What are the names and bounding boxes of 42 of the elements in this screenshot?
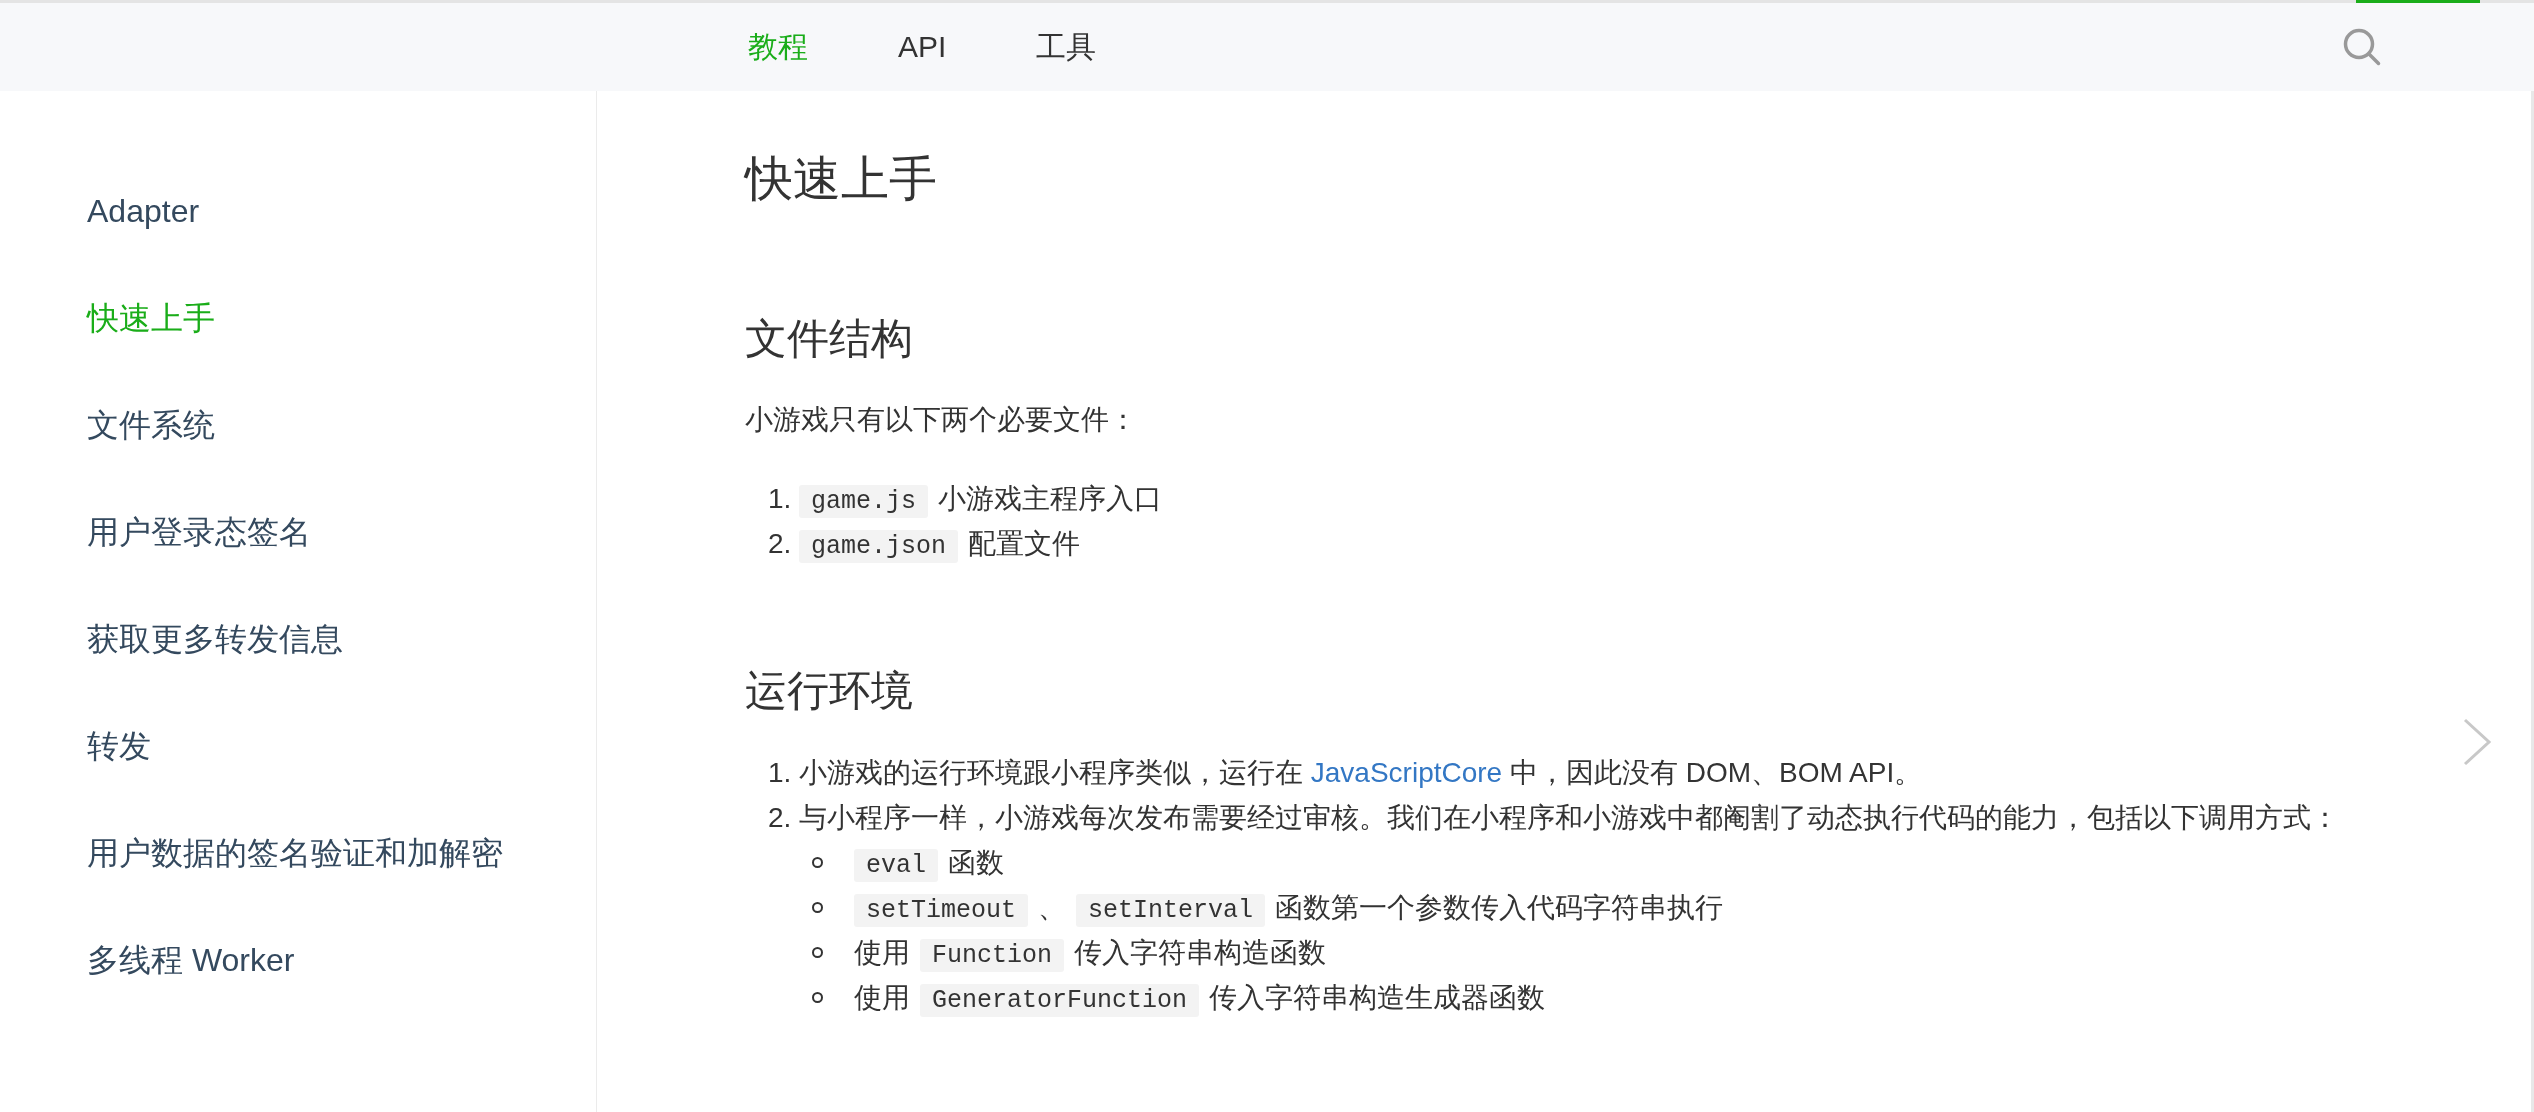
paragraph-text: 小游戏只有以下两个必要文件： [745,404,1137,435]
list-item-text: 配置文件 [968,528,1081,559]
section-heading: 文件结构 [745,314,913,364]
list-item-text: 使用 [854,937,910,968]
sidebar-item[interactable]: 转发 [87,726,151,766]
list-item-text: 与小程序一样，小游戏每次发布需要经过审核。我们在小程序和小游戏中都阉割了动态执行代码的能力，包括以下调用方式： [799,802,2339,833]
list-item-text: 、 [1038,892,1067,923]
sidebar-item[interactable]: 文件系统 [87,405,215,445]
list-item-text: 传入字符串构造生成器函数 [1209,982,1546,1013]
sidebar-item[interactable]: 用户登录态签名 [87,512,311,552]
bullet-icon [812,902,823,913]
sidebar-item[interactable]: 用户数据的签名验证和加解密 [87,833,503,873]
search-icon[interactable] [2343,28,2381,66]
section-heading: 运行环境 [745,666,913,716]
bullet-icon [812,857,823,868]
sidebar-item[interactable]: 获取更多转发信息 [87,619,343,659]
inline-code: Function [920,939,1065,972]
list-item-text: 传入字符串构造函数 [1074,937,1327,968]
chevron-right-icon[interactable] [2462,717,2492,767]
list-item-text: 小游戏主程序入口 [938,483,1163,514]
page-title: 快速上手 [745,151,937,207]
bullet-icon [812,947,823,958]
inline-code: setInterval [1076,894,1266,927]
list-item-text: 小游戏的运行环境跟小程序类似，运行在 JavaScriptCore 中，因此没有 DOM、BOM API。 [799,757,1923,788]
inline-code: eval [854,849,938,882]
inline-code: GeneratorFunction [920,984,1200,1017]
bullet-icon [812,992,823,1003]
inline-code: game.json [799,530,959,563]
inline-code: game.js [799,485,929,518]
sidebar-item[interactable]: Adapter [87,191,200,231]
list-item-text: 使用 [854,982,910,1013]
sidebar-item[interactable]: 多线程 Worker [87,940,295,980]
list-item-text: 函数第一个参数传入代码字符串执行 [1275,892,1724,923]
nav-tab[interactable]: API [898,28,947,66]
list-number: 2. [768,801,793,835]
nav-tab[interactable]: 工具 [1036,28,1097,66]
inline-code: setTimeout [854,894,1029,927]
list-item-text: 函数 [948,847,1004,878]
text-link[interactable]: JavaScriptCore [1310,757,1503,788]
list-number: 1. [768,756,793,790]
list-number: 2. [768,527,793,561]
list-number: 1. [768,482,793,516]
